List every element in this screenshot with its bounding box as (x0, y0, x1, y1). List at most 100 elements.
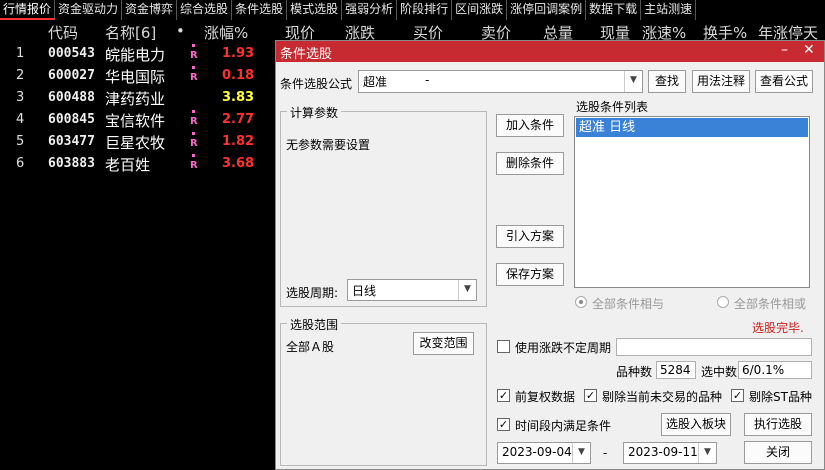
col-header-limit-days[interactable]: 年涨停天 (758, 22, 818, 42)
col-header-volume[interactable]: 总量 (543, 22, 573, 42)
calc-params-panel: 计算参数 无参数需要设置 选股周期: 日线 ▼ (280, 104, 487, 307)
col-header-name[interactable]: 名称[6] (105, 22, 156, 42)
col-header-change[interactable]: 涨跌 (345, 22, 375, 42)
row-index: 5 (16, 134, 25, 149)
table-row[interactable]: 6 603883 老百姓 R 3.68 (0, 154, 280, 176)
prior-adjust-label: 前复权数据 (515, 390, 576, 404)
usage-notes-button[interactable]: 用法注释 (692, 70, 750, 93)
tab-fund-game[interactable]: 资金博弈 (122, 0, 178, 20)
stock-code: 600488 (48, 90, 95, 105)
formula-select[interactable]: 超准 - ▼ (358, 70, 643, 93)
tab-pattern-pick[interactable]: 模式选股 (287, 0, 343, 20)
find-button[interactable]: 查找 (648, 70, 686, 93)
row-index: 1 (16, 46, 25, 61)
scope-value: 全部Ａ股 (286, 340, 335, 354)
stock-code: 000543 (48, 46, 95, 61)
date-to-value: 2023-09-11 (628, 445, 698, 459)
col-header-sell[interactable]: 卖价 (481, 22, 511, 42)
table-row[interactable]: 1 000543 皖能电力 R 1.93 (0, 44, 280, 66)
col-header-speed[interactable]: 涨速% (642, 22, 686, 42)
save-plan-button[interactable]: 保存方案 (496, 263, 564, 286)
tab-strength-analysis[interactable]: 强弱分析 (342, 0, 398, 20)
date-separator: - (603, 446, 608, 460)
exclude-untraded-checkbox[interactable]: ✓ (584, 389, 597, 402)
or-label: 全部条件相或 (734, 297, 807, 311)
close-icon[interactable]: ✕ (803, 42, 815, 58)
col-header-pct[interactable]: 涨幅% (204, 22, 248, 42)
change-scope-button[interactable]: 改变范围 (413, 332, 474, 355)
pct-change: 0.18 (222, 68, 255, 83)
pct-change: 1.82 (222, 134, 255, 149)
selected-label: 选中数 (701, 365, 738, 379)
minimize-icon[interactable]: – (781, 42, 788, 58)
formula-dash: - (425, 73, 430, 87)
delete-condition-button[interactable]: 删除条件 (496, 152, 564, 175)
col-header-price[interactable]: 现价 (285, 22, 315, 42)
col-header-dot: • (176, 22, 185, 40)
tab-speed-test[interactable]: 主站测速 (641, 0, 697, 20)
flag-dot (192, 132, 195, 135)
stock-code: 603477 (48, 134, 95, 149)
tab-fund-drive[interactable]: 资金驱动力 (55, 0, 123, 20)
selected-field: 6/0.1% (738, 361, 812, 379)
tab-condition-pick[interactable]: 条件选股 (232, 0, 288, 20)
period-label: 选股周期: (286, 286, 339, 300)
chevron-down-icon[interactable]: ▼ (698, 443, 716, 463)
tab-limit-up-cases[interactable]: 涨停回调案例 (507, 0, 587, 20)
table-row[interactable]: 2 600027 华电国际 R 0.18 (0, 66, 280, 88)
use-period-checkbox[interactable] (497, 340, 510, 353)
calc-params-title: 计算参数 (287, 104, 342, 121)
table-row[interactable]: 3 600488 津药药业 3.83 (0, 88, 280, 110)
row-index: 6 (16, 156, 25, 171)
stock-code: 600845 (48, 112, 95, 127)
date-from-picker[interactable]: 2023-09-04 ▼ (497, 442, 591, 464)
col-header-buy[interactable]: 买价 (413, 22, 443, 42)
chevron-down-icon[interactable]: ▼ (572, 443, 590, 463)
pct-change: 3.68 (222, 156, 255, 171)
condition-list-label: 选股条件列表 (576, 100, 649, 114)
status-text: 选股完毕. (752, 321, 804, 335)
table-row[interactable]: 5 603477 巨星农牧 R 1.82 (0, 132, 280, 154)
col-header-cur-vol[interactable]: 现量 (600, 22, 630, 42)
pct-change: 1.93 (222, 46, 255, 61)
and-radio[interactable] (575, 296, 587, 308)
or-radio[interactable] (717, 296, 729, 308)
close-button[interactable]: 关闭 (744, 441, 812, 464)
date-from-value: 2023-09-04 (502, 445, 572, 459)
period-select[interactable]: 日线 ▼ (347, 279, 477, 301)
prior-adjust-checkbox[interactable]: ✓ (497, 389, 510, 402)
period-value: 日线 (352, 284, 377, 298)
row-index: 3 (16, 90, 25, 105)
add-to-board-button[interactable]: 选股入板块 (661, 413, 731, 436)
tab-stage-ranking[interactable]: 阶段排行 (397, 0, 453, 20)
tab-range-change[interactable]: 区间涨跌 (452, 0, 508, 20)
formula-label: 条件选股公式 (280, 77, 353, 91)
stock-name: 皖能电力 (105, 46, 166, 64)
tab-data-download[interactable]: 数据下载 (586, 0, 642, 20)
chevron-down-icon[interactable]: ▼ (458, 280, 476, 300)
period-range-input[interactable] (616, 338, 812, 356)
view-formula-button[interactable]: 查看公式 (755, 70, 813, 93)
date-to-picker[interactable]: 2023-09-11 ▼ (623, 442, 717, 464)
condition-pick-dialog: 条件选股 – ✕ 条件选股公式 超准 - ▼ 查找 用法注释 查看公式 计算参数… (275, 40, 825, 470)
col-header-code[interactable]: 代码 (48, 22, 78, 42)
flag-dot (192, 44, 195, 47)
dialog-titlebar[interactable]: 条件选股 – ✕ (276, 41, 824, 62)
tab-quotes[interactable]: 行情报价 (0, 0, 56, 20)
add-condition-button[interactable]: 加入条件 (496, 114, 564, 137)
flag-dot (192, 154, 195, 157)
stock-code: 603883 (48, 156, 95, 171)
exclude-st-checkbox[interactable]: ✓ (731, 389, 744, 402)
condition-list[interactable]: 超准 日线 (574, 116, 810, 288)
tab-comprehensive-pick[interactable]: 综合选股 (177, 0, 233, 20)
exclude-st-label: 剔除ST品种 (749, 390, 812, 404)
top-menu-tabs: 行情报价 资金驱动力 资金博弈 综合选股 条件选股 模式选股 强弱分析 阶段排行… (0, 0, 825, 20)
chevron-down-icon[interactable]: ▼ (624, 71, 642, 92)
within-period-checkbox[interactable]: ✓ (497, 418, 510, 431)
table-row[interactable]: 4 600845 宝信软件 R 2.77 (0, 110, 280, 132)
import-plan-button[interactable]: 引入方案 (496, 225, 564, 248)
condition-list-item[interactable]: 超准 日线 (576, 118, 808, 137)
count-label: 品种数 (616, 365, 653, 379)
col-header-turnover[interactable]: 换手% (703, 22, 747, 42)
execute-pick-button[interactable]: 执行选股 (744, 413, 812, 436)
